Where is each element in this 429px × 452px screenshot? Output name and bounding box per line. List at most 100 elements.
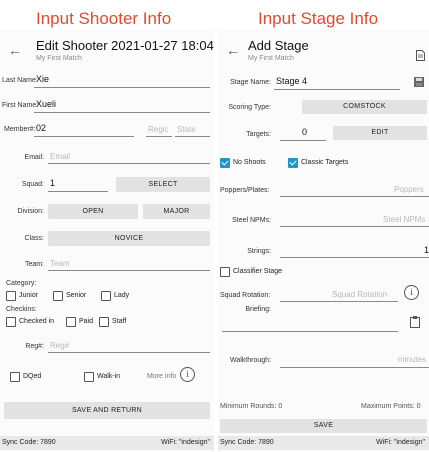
lady-checkbox[interactable] bbox=[101, 291, 111, 301]
info-icon[interactable]: i bbox=[180, 367, 195, 382]
wifi-status: WiFi: "indesign" bbox=[376, 439, 425, 446]
last-name-label: Last Name: bbox=[2, 77, 38, 84]
lady-label: Lady bbox=[114, 292, 130, 299]
strings-value: 1 bbox=[424, 245, 429, 255]
page-subtitle: My First Match bbox=[248, 55, 294, 62]
right-caption: Input Stage Info bbox=[258, 9, 379, 28]
dqed-checkbox[interactable] bbox=[10, 372, 20, 382]
checkedin-label: Checked in bbox=[19, 318, 55, 325]
walkthrough-field[interactable]: minutes bbox=[398, 355, 426, 364]
paid-label: Paid bbox=[79, 318, 94, 325]
walkthrough-underline bbox=[280, 367, 429, 368]
walkthrough-label: Walkthrough: bbox=[230, 357, 271, 364]
squad-rotation-info-icon[interactable]: i bbox=[404, 285, 419, 300]
targets-label: Targets: bbox=[246, 131, 271, 138]
checkedin-checkbox[interactable] bbox=[6, 317, 16, 327]
sync-code: Sync Code: 7890 bbox=[2, 439, 56, 446]
member-field[interactable] bbox=[34, 136, 134, 137]
add-stage-screen: ← Add Stage My First Match Stage Name: S… bbox=[218, 30, 429, 452]
last-name-field[interactable] bbox=[34, 87, 210, 88]
no-shoots-checkbox[interactable] bbox=[220, 158, 230, 168]
first-name-field[interactable] bbox=[34, 112, 210, 113]
poppers-underline bbox=[280, 196, 429, 197]
checkins-label: Checkins: bbox=[6, 306, 37, 313]
walkin-checkbox[interactable] bbox=[84, 372, 94, 382]
staff-checkbox[interactable] bbox=[99, 317, 109, 327]
junior-label: Junior bbox=[19, 292, 39, 299]
first-name-value: Xueli bbox=[36, 99, 57, 109]
email-label: Email: bbox=[24, 154, 44, 161]
page-title: Edit Shooter 2021-01-27 18:04 bbox=[36, 38, 214, 53]
steel-npm-underline bbox=[280, 226, 429, 227]
sync-code: Sync Code: 7890 bbox=[220, 439, 274, 446]
team-underline bbox=[48, 270, 210, 271]
reg-label: Reg#: bbox=[25, 343, 44, 350]
briefing-field[interactable] bbox=[222, 331, 398, 332]
staff-label: Staff bbox=[112, 318, 127, 325]
email-field[interactable]: Email bbox=[50, 152, 70, 161]
targets-field[interactable] bbox=[280, 140, 326, 141]
strings-field[interactable] bbox=[280, 257, 429, 258]
save-and-return-button[interactable]: SAVE AND RETURN bbox=[4, 402, 210, 419]
member-value: 02 bbox=[36, 123, 47, 133]
briefing-label: Briefing: bbox=[245, 306, 271, 313]
state-input[interactable]: State bbox=[177, 125, 196, 134]
squad-value: 1 bbox=[50, 178, 56, 188]
back-arrow-icon[interactable]: ← bbox=[8, 42, 22, 58]
stage-name-field[interactable] bbox=[274, 89, 400, 90]
stage-name-label: Stage Name: bbox=[230, 79, 271, 86]
steel-npm-label: Steel NPMs: bbox=[232, 217, 271, 224]
left-caption: Input Shooter Info bbox=[36, 9, 172, 28]
strings-label: Strings: bbox=[247, 248, 271, 255]
minimum-rounds: Minimum Rounds: 0 bbox=[220, 403, 283, 410]
reg-field[interactable]: Reg# bbox=[50, 341, 69, 350]
last-name-value: Xie bbox=[36, 74, 50, 84]
class-button[interactable]: NOVICE bbox=[48, 231, 210, 246]
region-underline bbox=[146, 136, 172, 137]
poppers-field[interactable]: Poppers bbox=[394, 185, 424, 194]
status-bar: Sync Code: 7890 WiFi: "indesign" bbox=[0, 436, 214, 450]
reg-underline bbox=[48, 352, 210, 353]
division-button[interactable]: OPEN bbox=[48, 204, 138, 219]
squad-field[interactable] bbox=[48, 191, 108, 192]
poppers-label: Poppers/Plates: bbox=[220, 187, 270, 194]
maximum-points: Maximum Points: 0 bbox=[361, 403, 421, 410]
region-input[interactable]: Regic bbox=[148, 125, 168, 134]
division-label: Division: bbox=[17, 208, 44, 215]
page-subtitle: My First Match bbox=[36, 55, 82, 62]
class-label: Class: bbox=[24, 235, 44, 242]
select-squad-button[interactable]: SELECT bbox=[116, 177, 210, 192]
junior-checkbox[interactable] bbox=[6, 291, 16, 301]
status-bar: Sync Code: 7890 WiFi: "indesign" bbox=[218, 436, 429, 450]
save-button[interactable]: SAVE bbox=[220, 419, 427, 433]
member-label: Member#: bbox=[4, 126, 36, 133]
more-info-label: More info bbox=[147, 373, 177, 380]
no-shoots-label: No Shoots bbox=[233, 159, 266, 166]
scoring-type-button[interactable]: COMSTOCK bbox=[302, 100, 427, 114]
steel-npm-field[interactable]: Steel NPMs bbox=[383, 215, 425, 224]
classic-targets-checkbox[interactable] bbox=[288, 158, 298, 168]
squad-rotation-label: Squad Rotation: bbox=[220, 292, 271, 299]
category-label: Category: bbox=[6, 280, 37, 287]
state-underline bbox=[175, 136, 210, 137]
classic-targets-label: Classic Targets bbox=[301, 159, 349, 166]
targets-value: 0 bbox=[302, 127, 308, 137]
paid-checkbox[interactable] bbox=[66, 317, 76, 327]
document-icon[interactable] bbox=[416, 50, 425, 61]
squad-label: Squad: bbox=[21, 181, 44, 188]
scoring-type-label: Scoring Type: bbox=[228, 104, 271, 111]
squad-rotation-field[interactable]: Squad Rotation bbox=[332, 290, 387, 299]
first-name-label: First Name: bbox=[2, 102, 39, 109]
edit-targets-button[interactable]: EDIT bbox=[333, 126, 427, 140]
walkin-label: Walk-in bbox=[97, 373, 121, 380]
edit-shooter-screen: ← Edit Shooter 2021-01-27 18:04 My First… bbox=[0, 30, 214, 452]
page-title: Add Stage bbox=[248, 38, 309, 53]
save-icon[interactable] bbox=[414, 77, 424, 87]
team-field[interactable]: Team bbox=[50, 259, 70, 268]
classifier-stage-checkbox[interactable] bbox=[220, 267, 230, 277]
senior-label: Senior bbox=[66, 292, 87, 299]
back-arrow-icon[interactable]: ← bbox=[226, 42, 240, 58]
power-factor-button[interactable]: MAJOR bbox=[143, 204, 210, 219]
senior-checkbox[interactable] bbox=[53, 291, 63, 301]
clipboard-icon[interactable] bbox=[410, 316, 420, 328]
